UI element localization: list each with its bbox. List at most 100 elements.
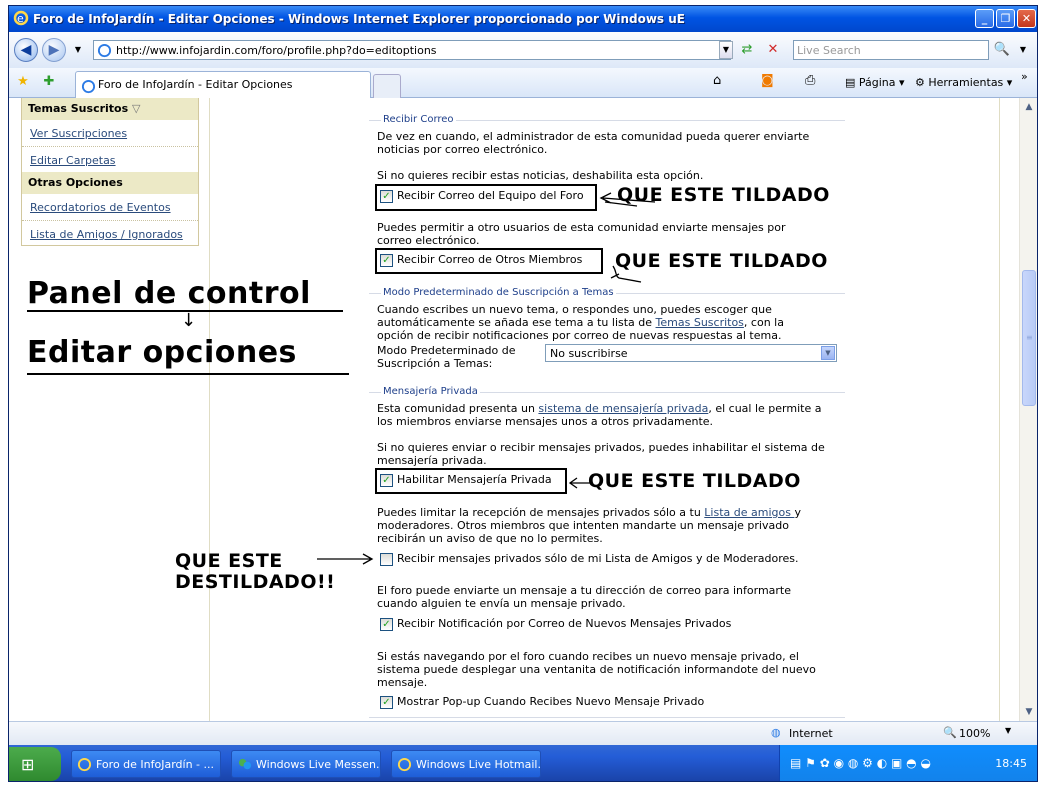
- annotation-underline-2: [27, 373, 349, 375]
- tab-page-icon: [81, 79, 96, 94]
- forward-button[interactable]: ▶: [42, 38, 66, 62]
- tab-label: Foro de InfoJardín - Editar Opciones: [98, 78, 293, 91]
- page-icon-small: ▤: [845, 76, 859, 89]
- start-button[interactable]: ⊞: [9, 747, 61, 781]
- tab-active[interactable]: Foro de InfoJardín - Editar Opciones: [75, 71, 371, 99]
- sidebar-item-lista-amigos[interactable]: Lista de Amigos / Ignorados: [22, 220, 198, 246]
- close-button[interactable]: ✕: [1017, 9, 1036, 28]
- checkbox-checked[interactable]: ✓: [380, 618, 393, 631]
- grip-icon: ≡: [1026, 333, 1033, 342]
- text-deshabilita: Si no quieres recibir estas noticias, de…: [377, 169, 704, 182]
- link-lista-amigos[interactable]: Lista de amigos: [704, 506, 794, 519]
- page-menu[interactable]: ▤ Página ▾: [845, 76, 905, 89]
- arrow-right-icon: [317, 553, 374, 565]
- status-bar: ◍ Internet 🔍 100% ▼: [9, 721, 1037, 745]
- task-hotmail[interactable]: Windows Live Hotmail...: [391, 750, 541, 778]
- annotation-panel-control: Panel de control: [27, 276, 311, 311]
- label-modo-suscripcion: Modo Predeterminado de Suscripción a Tem…: [377, 344, 516, 370]
- arrow-squiggle-icon: [610, 265, 642, 283]
- legend-mensajeria: Mensajería Privada: [381, 386, 480, 397]
- address-dropdown-icon[interactable]: ▼: [719, 41, 733, 59]
- task-messenger[interactable]: Windows Live Messen...: [231, 750, 381, 778]
- back-button[interactable]: ◀: [14, 38, 38, 62]
- search-icon[interactable]: 🔍: [992, 40, 1012, 60]
- restore-button[interactable]: ❐: [996, 9, 1015, 28]
- scrollbar-thumb[interactable]: ≡: [1022, 270, 1036, 406]
- window-title: Foro de InfoJardín - Editar Opciones - W…: [33, 12, 685, 26]
- checkbox-label: Recibir Correo de Otros Miembros: [397, 253, 583, 266]
- checkbox-label: Recibir Correo del Equipo del Foro: [397, 189, 584, 202]
- zone-label: Internet: [789, 727, 833, 740]
- text-suscripcion: Cuando escribes un nuevo tema, o respond…: [377, 303, 817, 342]
- subscription-mode-select[interactable]: No suscribirse ▼: [545, 344, 837, 362]
- scroll-up-icon[interactable]: ▲: [1022, 100, 1036, 114]
- messenger-icon: [238, 758, 252, 770]
- system-tray: ▤ ⚑ ✿ ◉ ◍ ⚙ ◐ ▣ ◓ ◒ 18:45: [779, 745, 1037, 781]
- legend-suscripcion: Modo Predeterminado de Suscripción a Tem…: [381, 287, 616, 298]
- gear-icon: ⚙: [915, 76, 929, 89]
- annotation-arrow-down: ↓: [181, 310, 197, 331]
- sidebar-item-editar-carpetas[interactable]: Editar Carpetas: [22, 146, 198, 172]
- checkbox-checked[interactable]: ✓: [380, 474, 393, 487]
- address-bar[interactable]: http://www.infojardin.com/foro/profile.p…: [93, 40, 731, 60]
- column-divider-right: [999, 98, 1000, 721]
- page-icon: [97, 43, 112, 58]
- text-inhabilitar: Si no quieres enviar o recibir mensajes …: [377, 441, 825, 467]
- text-mensajeria-intro: Esta comunidad presenta un sistema de me…: [377, 402, 837, 428]
- command-bar: ★ ✚ Foro de InfoJardín - Editar Opciones…: [9, 68, 1037, 99]
- page-menu-label: Página: [858, 76, 896, 89]
- ie-icon: [397, 757, 412, 772]
- task-foro[interactable]: Foro de InfoJardín - ...: [71, 750, 221, 778]
- home-icon[interactable]: ⌂: [713, 73, 721, 88]
- link-sistema-mensajeria[interactable]: sistema de mensajería privada: [538, 402, 708, 415]
- user-cp-sidebar: Temas Suscritos ▽ Ver Suscripciones Edit…: [21, 98, 199, 246]
- checkbox-label: Mostrar Pop-up Cuando Recibes Nuevo Mens…: [397, 695, 705, 708]
- search-input[interactable]: Live Search: [793, 40, 989, 60]
- browser-window: e Foro de InfoJardín - Editar Opciones -…: [8, 5, 1038, 782]
- collapse-icon[interactable]: ▽: [132, 102, 140, 115]
- address-text[interactable]: http://www.infojardin.com/foro/profile.p…: [116, 44, 437, 57]
- print-icon[interactable]: ⎙: [805, 73, 815, 88]
- text-notificacion: El foro puede enviarte un mensaje a tu d…: [377, 584, 791, 610]
- checkbox-unchecked[interactable]: ✓: [380, 553, 393, 566]
- zoom-icon: 🔍: [943, 726, 957, 739]
- sidebar-item-ver-suscripciones[interactable]: Ver Suscripciones: [22, 120, 198, 146]
- checkbox-checked[interactable]: ✓: [380, 696, 393, 709]
- search-options-icon[interactable]: ▼: [1013, 40, 1033, 60]
- feeds-icon[interactable]: ◙: [761, 73, 774, 88]
- sidebar-head-temas[interactable]: Temas Suscritos ▽: [22, 98, 198, 120]
- vertical-scrollbar[interactable]: ▲ ≡ ▼: [1019, 98, 1037, 721]
- history-dropdown-icon[interactable]: ▼: [68, 40, 88, 60]
- text-limitar: Puedes limitar la recepción de mensajes …: [377, 506, 837, 545]
- checkbox-checked[interactable]: ✓: [380, 190, 393, 203]
- chevron-more-icon[interactable]: »: [1021, 70, 1028, 83]
- favorites-star-icon[interactable]: ★: [13, 72, 33, 92]
- sidebar-head-label: Temas Suscritos: [28, 102, 129, 115]
- stop-icon[interactable]: ✕: [763, 40, 783, 60]
- new-tab-button[interactable]: [373, 74, 401, 98]
- tools-menu[interactable]: ⚙ Herramientas ▾: [915, 76, 1012, 89]
- checkbox-checked[interactable]: ✓: [380, 254, 393, 267]
- task-label: Foro de InfoJardín - ...: [96, 758, 215, 771]
- text-part: Puedes limitar la recepción de mensajes …: [377, 506, 705, 519]
- tray-icons[interactable]: ▤ ⚑ ✿ ◉ ◍ ⚙ ◐ ▣ ◓ ◒: [790, 756, 931, 770]
- zoom-dropdown-icon[interactable]: ▼: [1005, 726, 1011, 735]
- refresh-icon[interactable]: ⇄: [737, 40, 757, 60]
- sidebar-item-recordatorios[interactable]: Recordatorios de Eventos: [22, 194, 198, 220]
- add-favorite-icon[interactable]: ✚: [39, 72, 59, 92]
- text-popup: Si estás navegando por el foro cuando re…: [377, 650, 816, 689]
- arrow-left-icon: [568, 477, 591, 489]
- minimize-button[interactable]: _: [975, 9, 994, 28]
- arrow-left-icon: [599, 192, 656, 207]
- task-label: Windows Live Messen...: [256, 758, 381, 771]
- zoom-level[interactable]: 100%: [959, 727, 990, 740]
- column-divider: [209, 98, 210, 721]
- link-temas-suscritos[interactable]: Temas Suscritos: [656, 316, 744, 329]
- checkbox-label: Recibir mensajes privados sólo de mi Lis…: [397, 552, 799, 565]
- chevron-down-icon[interactable]: ▼: [821, 346, 835, 360]
- checkbox-label: Habilitar Mensajería Privada: [397, 473, 552, 486]
- taskbar: ⊞ Foro de InfoJardín - ... Windows Live …: [9, 745, 1037, 781]
- navigation-bar: ◀ ▶ ▼ http://www.infojardin.com/foro/pro…: [9, 32, 1037, 68]
- annotation-editar-opciones: Editar opciones: [27, 335, 297, 370]
- scroll-down-icon[interactable]: ▼: [1022, 705, 1036, 719]
